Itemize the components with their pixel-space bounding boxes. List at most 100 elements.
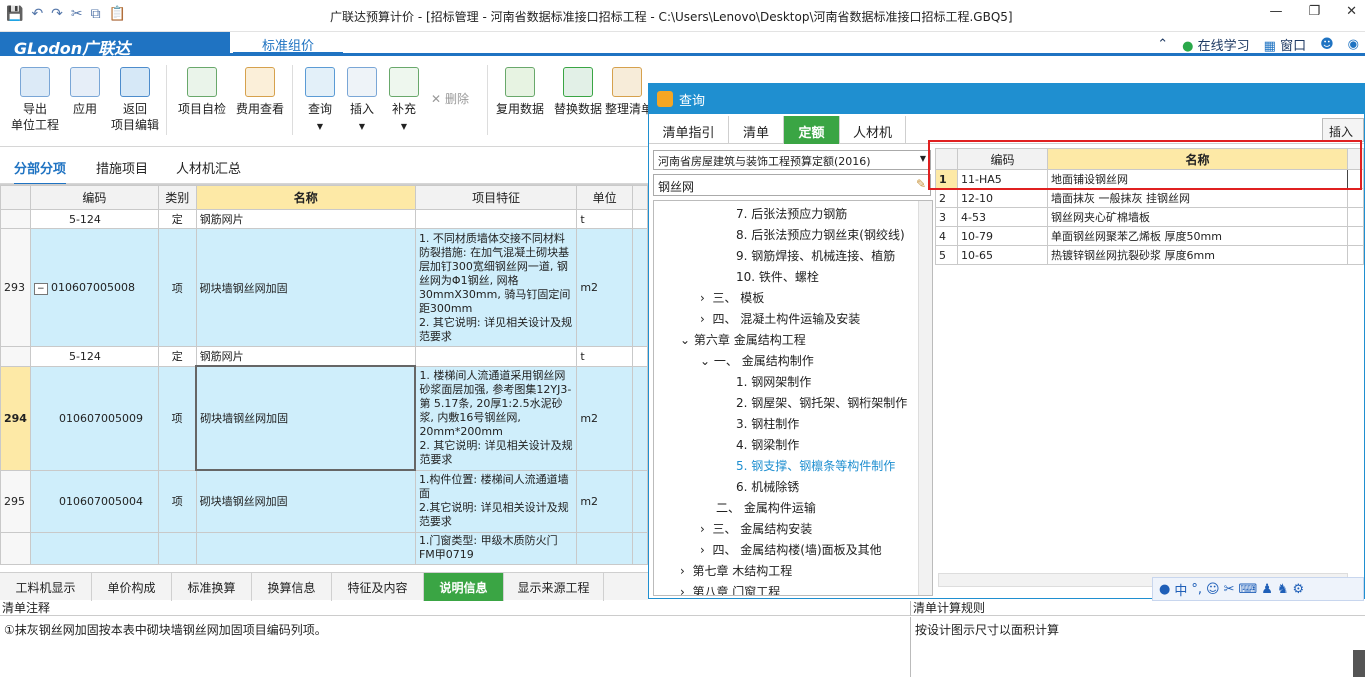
collapse-icon[interactable]: −: [33, 283, 48, 295]
table-row[interactable]: 1.门窗类型: 甲级木质防火门FM甲0719: [0, 531, 648, 565]
tree-item[interactable]: › 第七章 木结构工程: [680, 562, 792, 579]
undo-icon[interactable]: ↶: [31, 6, 43, 22]
result-row[interactable]: 4 10-79 单面钢丝网聚苯乙烯板 厚度50mm: [935, 226, 1364, 246]
bill-notes-text[interactable]: ①抹灰钢丝网加固按本表中砌块墙钢丝网加固项目编码列项。: [0, 617, 910, 677]
table-row[interactable]: 293 − 010607005008 项 砌块墙钢丝网加固 1. 不同材质墙体交…: [0, 228, 648, 347]
tree-item[interactable]: 4. 钢梁制作: [736, 436, 799, 453]
table-row[interactable]: 5-124 定 钢筋网片 t: [0, 209, 648, 229]
chevron-down-icon: ⌄: [700, 354, 711, 368]
calc-rules-text[interactable]: 按设计图示尺寸以面积计算: [910, 617, 1365, 677]
tab-quota[interactable]: 定额: [784, 116, 840, 144]
reuse-data-button[interactable]: 复用数据: [490, 65, 550, 117]
cost-view-button[interactable]: 费用查看: [230, 65, 290, 117]
col-feature[interactable]: 项目特征: [414, 185, 578, 210]
copy-icon[interactable]: ⧉: [91, 6, 101, 22]
tab-labor-material-machine[interactable]: 人材机: [840, 116, 906, 144]
gear-icon[interactable]: ⚙: [1293, 582, 1305, 597]
col-type[interactable]: 类别: [157, 185, 197, 210]
main-grid: 编码 类别 名称 项目特征 单位 5-124 定 钢筋网片 t 293 − 01…: [0, 184, 648, 570]
result-row[interactable]: 3 4-53 钢丝网夹心矿棉墙板: [935, 207, 1364, 227]
tree-item[interactable]: › 四、 混凝土构件运输及安装: [700, 310, 860, 327]
ribbon-toolbar: 导出 单位工程 应用 返回 项目编辑 项目自检 费用查看 查询 ▼ 插入 ▼ 补充 ▼…: [0, 59, 649, 147]
insert-button[interactable]: 插入: [1322, 118, 1364, 142]
chevron-right-icon: ›: [700, 291, 705, 305]
organize-list-button[interactable]: 整理清单: [605, 65, 649, 117]
punct-icon[interactable]: °,: [1191, 582, 1202, 597]
tree-item[interactable]: › 四、 金属结构楼(墙)面板及其他: [700, 541, 882, 558]
tab-bill[interactable]: 清单: [729, 116, 784, 144]
tree-item[interactable]: 3. 钢柱制作: [736, 415, 799, 432]
delete-icon: ✕: [431, 92, 442, 106]
tree-item[interactable]: 10. 铁件、螺栓: [736, 268, 819, 285]
scissors-icon[interactable]: ✂: [1224, 582, 1235, 597]
logo[interactable]: GLodon广联达: [0, 32, 230, 58]
insert-icon: [347, 67, 377, 97]
help-icon[interactable]: ◉: [1348, 37, 1359, 52]
tab-standard-pricing[interactable]: 标准组价: [233, 32, 343, 54]
table-row[interactable]: 295 010607005004 项 砌块墙钢丝网加固 1.构件位置: 楼梯间人…: [0, 469, 648, 533]
online-learning-button[interactable]: ● 在线学习: [1182, 35, 1250, 54]
shirt-icon[interactable]: ♞: [1277, 582, 1289, 597]
scrollbar[interactable]: [1353, 650, 1365, 677]
tab-fenbu[interactable]: 分部分项: [14, 158, 67, 185]
row-number-header: [0, 185, 31, 210]
return-project-button[interactable]: 返回 项目编辑: [105, 65, 165, 133]
tab-materials-summary[interactable]: 人材机汇总: [176, 158, 241, 177]
table-row-selected[interactable]: 294 010607005009 项 砌块墙钢丝网加固 1. 楼梯间人流通道采用…: [0, 365, 648, 471]
replace-data-button[interactable]: 替换数据: [548, 65, 608, 117]
tab-unit-price[interactable]: 单价构成: [92, 573, 172, 601]
tree-item[interactable]: ⌄ 第六章 金属结构工程: [680, 331, 806, 348]
tree-item-selected[interactable]: 5. 钢支撑、钢檩条等构件制作: [736, 457, 895, 474]
tree-item[interactable]: › 第八章 门窗工程: [680, 583, 780, 595]
col-unit[interactable]: 单位: [576, 185, 634, 210]
tree-item[interactable]: 7. 后张法预应力钢筋: [736, 205, 847, 222]
user-icon[interactable]: ♟: [1261, 582, 1273, 597]
tree-item[interactable]: ⌄ 一、 金属结构制作: [700, 352, 814, 369]
tree-item[interactable]: › 三、 金属结构安装: [700, 520, 812, 537]
redo-icon[interactable]: ↷: [51, 6, 63, 22]
tab-show-source[interactable]: 显示来源工程: [504, 573, 604, 601]
clear-brush-icon[interactable]: ✎: [916, 177, 926, 191]
tab-description[interactable]: 说明信息: [424, 573, 504, 601]
tree-scrollbar[interactable]: [918, 201, 932, 595]
paste-icon[interactable]: 📋: [109, 6, 126, 22]
tab-std-conversion[interactable]: 标准换算: [172, 573, 252, 601]
col-name[interactable]: 名称: [195, 185, 416, 210]
save-icon[interactable]: 💾: [6, 6, 23, 22]
tree-item[interactable]: 6. 机械除锈: [736, 478, 799, 495]
tab-labor-material[interactable]: 工料机显示: [0, 573, 92, 601]
chevron-down-icon: ▼: [316, 122, 324, 131]
delete-button[interactable]: ✕ 删除: [420, 91, 480, 107]
tree-item[interactable]: 2. 钢屋架、钢托架、钢桁架制作: [736, 394, 907, 411]
cut-icon[interactable]: ✂: [71, 6, 83, 22]
table-row[interactable]: 5-124 定 钢筋网片 t: [0, 346, 648, 367]
ime-lang[interactable]: 中: [1174, 580, 1187, 599]
tree-item[interactable]: › 三、 模板: [700, 289, 764, 306]
tab-bill-guide[interactable]: 清单指引: [649, 116, 729, 144]
chevron-up-icon[interactable]: ⌃: [1157, 37, 1168, 52]
close-icon[interactable]: ✕: [1346, 4, 1357, 19]
tree-item[interactable]: 9. 钢筋焊接、机械连接、植筋: [736, 247, 895, 264]
project-check-button[interactable]: 项目自检: [172, 65, 232, 117]
query-icon: [305, 67, 335, 97]
chevron-right-icon: ›: [700, 312, 705, 326]
result-row[interactable]: 5 10-65 热镀锌钢丝网抗裂砂浆 厚度6mm: [935, 245, 1364, 265]
emoji-icon[interactable]: ☺: [1206, 582, 1220, 597]
search-input[interactable]: 钢丝网 ✎: [653, 174, 931, 196]
quota-library-select[interactable]: 河南省房屋建筑与装饰工程预算定额(2016) ▼: [653, 150, 931, 170]
tab-conversion-info[interactable]: 换算信息: [252, 573, 332, 601]
restore-icon[interactable]: ❐: [1308, 4, 1320, 19]
keyboard-icon[interactable]: ⌨: [1238, 582, 1257, 597]
tree-item[interactable]: 二、 金属构件运输: [716, 499, 816, 516]
tree-item[interactable]: 8. 后张法预应力钢丝束(钢绞线): [736, 226, 905, 243]
col-code[interactable]: 编码: [29, 185, 159, 210]
tab-features[interactable]: 特征及内容: [332, 573, 424, 601]
tab-measures[interactable]: 措施项目: [96, 158, 148, 177]
result-row[interactable]: 2 12-10 墙面抹灰 一般抹灰 挂钢丝网: [935, 188, 1364, 208]
minimize-icon[interactable]: —: [1269, 4, 1282, 19]
tree-item[interactable]: 1. 钢网架制作: [736, 373, 811, 390]
ime-logo-icon[interactable]: ●: [1159, 582, 1170, 597]
window-menu[interactable]: ▦ 窗口: [1264, 35, 1306, 54]
highlight-box: [928, 140, 1362, 190]
user-icon[interactable]: ☻: [1320, 37, 1334, 52]
